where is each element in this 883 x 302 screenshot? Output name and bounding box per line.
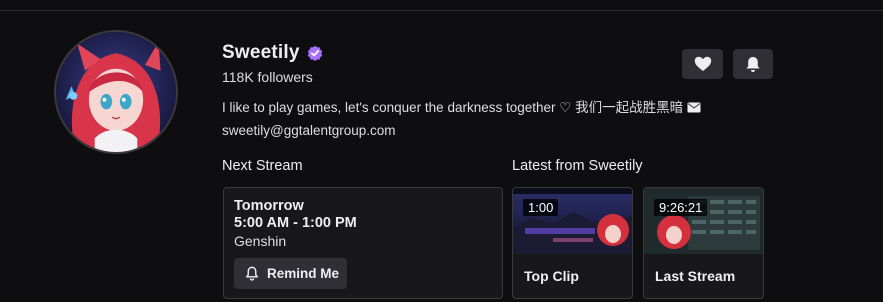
channel-bio: I like to play games, let's conquer the … — [222, 97, 701, 142]
notifications-button[interactable] — [733, 49, 773, 79]
follow-button[interactable] — [682, 49, 723, 79]
video-thumbnail — [644, 188, 763, 254]
channel-name-row: Sweetily — [222, 42, 323, 64]
avatar-image — [56, 32, 176, 152]
top-clip-card[interactable]: 1:00 Top Clip — [512, 187, 633, 299]
follower-count: 118K followers — [222, 69, 313, 85]
clip-duration: 1:00 — [523, 199, 559, 216]
verified-badge-icon — [307, 45, 323, 61]
last-stream-card[interactable]: 9:26:21 Last Stream — [643, 187, 764, 299]
bio-text: I like to play games, let's conquer the … — [222, 100, 684, 115]
schedule-game[interactable]: Genshin — [234, 233, 286, 249]
bell-icon — [746, 56, 760, 72]
schedule-day: Tomorrow — [234, 198, 304, 214]
schedule-time: 5:00 AM - 1:00 PM — [234, 215, 357, 231]
top-clip-label[interactable]: Top Clip — [524, 268, 579, 284]
next-stream-heading: Next Stream — [222, 158, 303, 174]
last-stream-label[interactable]: Last Stream — [655, 268, 735, 284]
envelope-icon — [687, 98, 701, 120]
latest-heading: Latest from Sweetily — [512, 158, 643, 174]
video-thumbnail — [513, 188, 632, 254]
remind-me-button[interactable]: Remind Me — [234, 258, 347, 289]
bell-outline-icon — [246, 266, 258, 281]
stream-duration: 9:26:21 — [654, 199, 708, 216]
channel-name[interactable]: Sweetily — [222, 42, 300, 64]
remind-me-label: Remind Me — [267, 266, 340, 281]
channel-avatar[interactable] — [54, 30, 178, 154]
next-stream-card[interactable]: Tomorrow 5:00 AM - 1:00 PM Genshin Remin… — [223, 187, 503, 299]
contact-email[interactable]: sweetily@ggtalentgroup.com — [222, 120, 701, 142]
heart-icon — [694, 56, 711, 71]
header-divider — [0, 10, 883, 11]
